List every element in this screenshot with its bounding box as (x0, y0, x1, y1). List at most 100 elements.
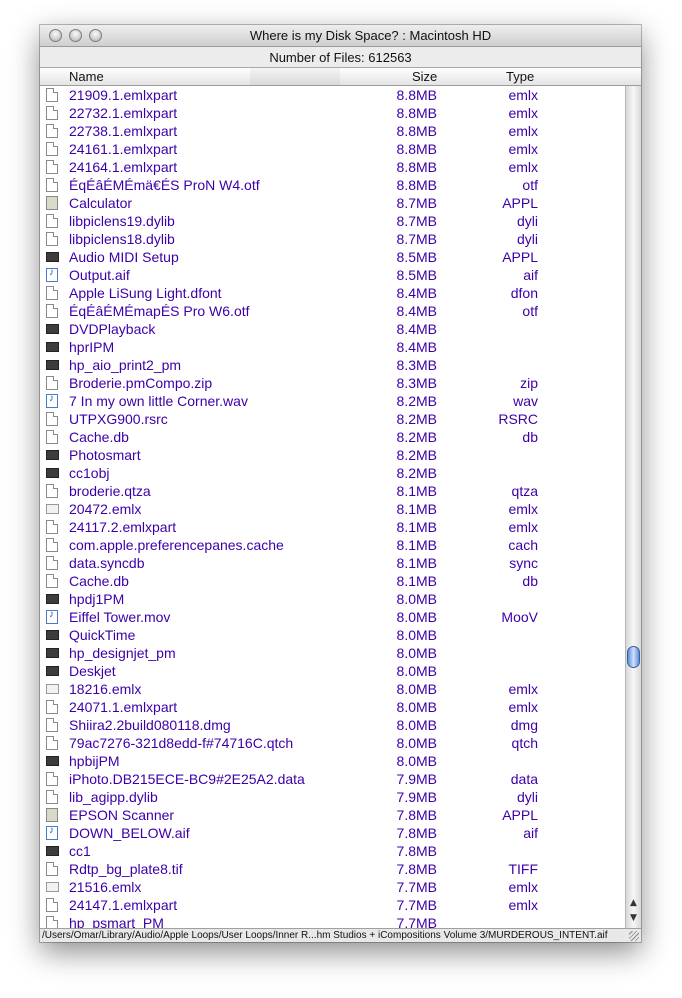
application-icon (46, 846, 59, 856)
list-item[interactable]: ÉqÉâÉMÉmä€ÉS ProN W4.otf 8.8MB otf (40, 176, 625, 194)
file-name: Audio MIDI Setup (69, 249, 179, 265)
file-size: 7.8MB (396, 843, 437, 859)
list-item[interactable]: Calculator 8.7MB APPL (40, 194, 625, 212)
document-icon (46, 790, 58, 804)
list-item[interactable]: DVDPlayback 8.4MB (40, 320, 625, 338)
application-icon (46, 594, 59, 604)
audio-file-icon (46, 267, 58, 282)
file-type: emlx (508, 699, 538, 715)
list-item[interactable]: QuickTime 8.0MB (40, 626, 625, 644)
list-item[interactable]: EPSON Scanner 7.8MB APPL (40, 806, 625, 824)
list-item[interactable]: Cache.db 8.2MB db (40, 428, 625, 446)
list-item[interactable]: Output.aif 8.5MB aif (40, 266, 625, 284)
scroll-up-arrow-icon[interactable]: ▲ (626, 896, 641, 911)
list-item[interactable]: 18216.emlx 8.0MB emlx (40, 680, 625, 698)
file-type: APPL (502, 195, 538, 211)
list-item[interactable]: cc1obj 8.2MB (40, 464, 625, 482)
document-icon (46, 520, 58, 534)
document-icon (46, 214, 58, 228)
list-item[interactable]: hpbijPM 8.0MB (40, 752, 625, 770)
list-item[interactable]: 24071.1.emlxpart 8.0MB emlx (40, 698, 625, 716)
list-item[interactable]: Cache.db 8.1MB db (40, 572, 625, 590)
file-type: data (510, 771, 538, 787)
list-item[interactable]: 79ac7276-321d8edd-f#74716C.qtch 8.0MB qtch (40, 734, 625, 752)
list-item[interactable]: 24161.1.emlxpart 8.8MB emlx (40, 140, 625, 158)
file-count-label: Number of Files: 612563 (40, 47, 641, 68)
list-item[interactable]: Photosmart 8.2MB (40, 446, 625, 464)
list-item[interactable]: libpiclens18.dylib 8.7MB dyli (40, 230, 625, 248)
list-item[interactable]: 24147.1.emlxpart 7.7MB emlx (40, 896, 625, 914)
list-item[interactable]: 22732.1.emlxpart 8.8MB emlx (40, 104, 625, 122)
file-size: 8.4MB (396, 321, 437, 337)
status-path: /Users/Omar/Library/Audio/Apple Loops/Us… (42, 930, 608, 941)
resize-grip-icon[interactable] (629, 931, 639, 941)
list-item[interactable]: hp_psmart_PM 7.7MB (40, 914, 625, 928)
scroll-down-arrow-icon[interactable]: ▼ (626, 911, 641, 926)
document-icon (46, 106, 58, 120)
file-name: Photosmart (69, 447, 141, 463)
file-size: 8.0MB (396, 591, 437, 607)
file-size: 7.8MB (396, 861, 437, 877)
list-item[interactable]: broderie.qtza 8.1MB qtza (40, 482, 625, 500)
title-bar[interactable]: Where is my Disk Space? : Macintosh HD (40, 25, 641, 47)
column-header-name[interactable]: Name (69, 69, 104, 84)
list-item[interactable]: Audio MIDI Setup 8.5MB APPL (40, 248, 625, 266)
list-item[interactable]: Broderie.pmCompo.zip 8.3MB zip (40, 374, 625, 392)
list-item[interactable]: lib_agipp.dylib 7.9MB dyli (40, 788, 625, 806)
list-item[interactable]: 7 In my own little Corner.wav 8.2MB wav (40, 392, 625, 410)
file-type: RSRC (498, 411, 538, 427)
document-icon (46, 772, 58, 786)
list-item[interactable]: DOWN_BELOW.aif 7.8MB aif (40, 824, 625, 842)
list-item[interactable]: ÉqÉâÉMÉmapÉS Pro W6.otf 8.4MB otf (40, 302, 625, 320)
list-item[interactable]: hpdj1PM 8.0MB (40, 590, 625, 608)
application-icon (46, 450, 59, 460)
file-type: db (522, 573, 538, 589)
file-name: hp_aio_print2_pm (69, 357, 182, 373)
application-icon (46, 360, 59, 370)
document-icon (46, 556, 58, 570)
file-type: qtch (511, 735, 538, 751)
file-type: emlx (508, 123, 538, 139)
list-item[interactable]: 20472.emlx 8.1MB emlx (40, 500, 625, 518)
list-item[interactable]: iPhoto.DB215ECE-BC9#2E25A2.data 7.9MB data (40, 770, 625, 788)
file-size: 8.8MB (396, 105, 437, 121)
vertical-scrollbar[interactable]: ▲ ▼ (625, 86, 641, 928)
list-item[interactable]: hp_aio_print2_pm 8.3MB (40, 356, 625, 374)
list-item[interactable]: Apple LiSung Light.dfont 8.4MB dfon (40, 284, 625, 302)
application-icon (46, 468, 59, 478)
list-item[interactable]: libpiclens19.dylib 8.7MB dyli (40, 212, 625, 230)
file-size: 8.1MB (396, 555, 437, 571)
file-name: hprIPM (69, 339, 115, 355)
file-type: cach (508, 537, 538, 553)
file-size: 8.5MB (396, 249, 437, 265)
list-item[interactable]: Rdtp_bg_plate8.tif 7.8MB TIFF (40, 860, 625, 878)
list-item[interactable]: 21516.emlx 7.7MB emlx (40, 878, 625, 896)
file-type: otf (522, 177, 538, 193)
list-item[interactable]: hprIPM 8.4MB (40, 338, 625, 356)
file-list[interactable]: 21909.1.emlxpart 8.8MB emlx 22732.1.emlxpar… (40, 86, 625, 928)
file-name: ÉqÉâÉMÉmapÉS Pro W6.otf (69, 303, 250, 319)
scroll-thumb[interactable] (627, 646, 640, 668)
column-header-type[interactable]: Type (506, 69, 534, 84)
list-item[interactable]: Eiffel Tower.mov 8.0MB MooV (40, 608, 625, 626)
list-item[interactable]: cc1 7.8MB (40, 842, 625, 860)
column-header-size[interactable]: Size (412, 69, 437, 84)
file-size: 7.7MB (396, 879, 437, 895)
file-name: iPhoto.DB215ECE-BC9#2E25A2.data (69, 771, 305, 787)
list-item[interactable]: 24164.1.emlxpart 8.8MB emlx (40, 158, 625, 176)
list-item[interactable]: com.apple.preferencepanes.cache 8.1MB cach (40, 536, 625, 554)
list-item[interactable]: Deskjet 8.0MB (40, 662, 625, 680)
list-item[interactable]: data.syncdb 8.1MB sync (40, 554, 625, 572)
list-item[interactable]: UTPXG900.rsrc 8.2MB RSRC (40, 410, 625, 428)
file-name: Cache.db (69, 429, 129, 445)
application-icon (46, 756, 59, 766)
file-type: dyli (516, 789, 538, 805)
list-item[interactable]: 24117.2.emlxpart 8.1MB emlx (40, 518, 625, 536)
list-item[interactable]: 22738.1.emlxpart 8.8MB emlx (40, 122, 625, 140)
file-type: TIFF (508, 861, 538, 877)
file-name: Eiffel Tower.mov (69, 609, 171, 625)
list-item[interactable]: Shiira2.2build080118.dmg 8.0MB dmg (40, 716, 625, 734)
audio-file-icon (46, 393, 58, 408)
list-item[interactable]: hp_designjet_pm 8.0MB (40, 644, 625, 662)
list-item[interactable]: 21909.1.emlxpart 8.8MB emlx (40, 86, 625, 104)
